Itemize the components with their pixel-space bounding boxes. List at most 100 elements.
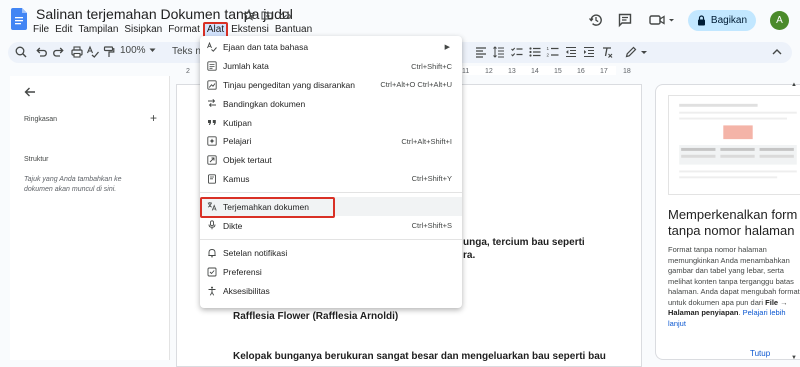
menu-item-notification-settings[interactable]: Setelan notifikasi	[200, 244, 462, 263]
menu-item-label: Dikte	[223, 220, 243, 231]
doc-heading: Rafflesia Flower (Rafflesia Arnoldi)	[233, 311, 399, 322]
menu-item-citations[interactable]: Kutipan	[200, 113, 462, 132]
card-body-page-setup: Halaman penyiapan	[668, 308, 739, 317]
menu-item-label: Aksesibilitas	[223, 285, 270, 296]
bulleted-list-icon[interactable]	[528, 45, 542, 59]
zoom-select[interactable]: 100%	[120, 45, 156, 56]
word-count-icon	[207, 61, 217, 71]
menu-item-label: Kamus	[223, 173, 250, 184]
tools-menu: Ejaan dan tata bahasa ▶ Jumlah kata Ctrl…	[200, 36, 462, 308]
scroll-up-arrow-icon[interactable]: ▲	[791, 82, 797, 88]
editing-mode-icon[interactable]	[624, 45, 638, 59]
menu-view[interactable]: Tampilan	[75, 22, 121, 38]
cloud-status-icon[interactable]	[279, 9, 291, 21]
line-spacing-icon[interactable]	[492, 45, 506, 59]
add-summary-button[interactable]: +	[150, 111, 157, 125]
menu-item-preferences[interactable]: Preferensi	[200, 263, 462, 282]
editing-mode-chevron-icon[interactable]	[640, 45, 648, 59]
card-body-arrow: →	[778, 297, 788, 307]
explore-icon	[207, 136, 217, 146]
menu-item-voice-typing[interactable]: Dikte Ctrl+Shift+S	[200, 216, 462, 235]
star-icon[interactable]	[243, 9, 255, 21]
menu-divider	[200, 238, 462, 240]
menu-item-explore[interactable]: Pelajari Ctrl+Alt+Shift+I	[200, 132, 462, 151]
paint-format-icon[interactable]	[102, 45, 116, 59]
menu-item-shortcut: Ctrl+Shift+Y	[411, 174, 452, 184]
dictionary-icon	[208, 173, 216, 184]
header: Salinan terjemahan Dokumen tanpa judul F…	[0, 0, 800, 40]
align-left-icon[interactable]	[474, 45, 488, 59]
doc-text-line-1: unga, tercium bau seperti	[463, 237, 585, 248]
ruler-mark: 11	[462, 68, 469, 75]
menu-item-word-count[interactable]: Jumlah kata Ctrl+Shift+C	[200, 57, 462, 76]
ruler-mark: 17	[600, 68, 608, 75]
preferences-icon	[207, 267, 217, 277]
doc-text-line-3: Kelopak bunganya berukuran sangat besar …	[233, 351, 606, 362]
ruler-mark: 2	[186, 68, 190, 75]
ruler-mark: 15	[554, 68, 562, 75]
decrease-indent-icon[interactable]	[564, 45, 578, 59]
menu-item-compare-documents[interactable]: Bandingkan dokumen	[200, 94, 462, 113]
menu-item-review-suggested-edits[interactable]: Tinjau pengeditan yang disarankan Ctrl+A…	[200, 76, 462, 95]
ruler-mark: 18	[623, 68, 631, 75]
card-body: Format tanpa nomor halaman memungkinkan …	[668, 245, 800, 329]
share-button[interactable]: Bagikan	[688, 10, 756, 31]
scroll-down-arrow-icon[interactable]: ▼	[791, 355, 797, 361]
avatar[interactable]: A	[770, 11, 789, 30]
menu-item-shortcut: Ctrl+Alt+O Ctrl+Alt+U	[380, 80, 452, 90]
spellcheck-icon	[207, 42, 217, 52]
quote-icon	[208, 120, 216, 126]
chevron-down-icon	[149, 48, 156, 52]
svg-text:1: 1	[547, 46, 550, 51]
checklist-icon[interactable]	[510, 45, 524, 59]
pageless-intro-card: Memperkenalkan form tanpa nomor halaman …	[655, 84, 800, 360]
outline-hint: Tajuk yang Anda tambahkan ke dokumen aka…	[24, 176, 122, 193]
ruler-mark: 16	[577, 68, 585, 75]
menu-item-label: Kutipan	[223, 117, 252, 128]
menu-item-label: Setelan notifikasi	[223, 248, 288, 259]
menu-item-label: Pelajari	[223, 136, 252, 147]
menu-item-label: Ejaan dan tata bahasa	[223, 42, 309, 53]
spellcheck-toolbar-icon[interactable]	[86, 45, 100, 59]
document-outline-panel: Ringkasan + Struktur Tajuk yang Anda tam…	[10, 76, 170, 360]
share-label: Bagikan	[710, 15, 748, 26]
menu-item-accessibility[interactable]: Aksesibilitas	[200, 282, 462, 301]
menu-divider	[200, 192, 462, 194]
meet-icon[interactable]	[648, 12, 676, 28]
increase-indent-icon[interactable]	[582, 45, 596, 59]
menu-item-label: Preferensi	[223, 267, 262, 278]
card-close-button[interactable]: Tutup	[750, 349, 770, 358]
ruler-mark: 13	[508, 68, 516, 75]
menu-file[interactable]: File	[30, 22, 52, 38]
comments-icon[interactable]	[617, 12, 633, 28]
menu-item-shortcut: Ctrl+Shift+S	[411, 221, 452, 231]
menu-edit[interactable]: Edit	[52, 22, 75, 38]
menu-item-linked-objects[interactable]: Objek tertaut	[200, 151, 462, 170]
collapse-menus-icon[interactable]	[770, 45, 784, 59]
menu-item-label: Jumlah kata	[223, 61, 269, 72]
move-to-folder-icon[interactable]	[261, 9, 273, 21]
ruler-mark: 12	[485, 68, 493, 75]
bell-icon	[208, 249, 216, 258]
menu-insert[interactable]: Sisipkan	[121, 22, 165, 38]
menu-item-translate-document[interactable]: Terjemahkan dokumen	[200, 197, 462, 219]
menu-item-label: Bandingkan dokumen	[223, 98, 306, 109]
history-icon[interactable]	[588, 12, 604, 28]
ruler-mark: 14	[531, 68, 539, 75]
undo-icon[interactable]	[34, 45, 48, 59]
compare-icon	[208, 99, 216, 108]
back-arrow-icon[interactable]	[24, 86, 36, 98]
summary-label: Ringkasan	[24, 116, 58, 123]
zoom-value: 100%	[120, 45, 146, 56]
clear-formatting-icon[interactable]	[600, 45, 614, 59]
search-menus-icon[interactable]	[14, 45, 28, 59]
numbered-list-icon[interactable]: 1 2	[546, 45, 560, 59]
menu-item-dictionary[interactable]: Kamus Ctrl+Shift+Y	[200, 170, 462, 189]
redo-icon[interactable]	[52, 45, 66, 59]
doc-text-line-2: ra.	[463, 250, 476, 261]
menu-format[interactable]: Format	[165, 22, 203, 38]
menu-item-shortcut: Ctrl+Shift+C	[411, 61, 452, 71]
docs-logo-icon[interactable]	[11, 8, 27, 30]
menu-item-spelling-grammar[interactable]: Ejaan dan tata bahasa ▶	[200, 38, 462, 57]
print-icon[interactable]	[70, 45, 84, 59]
